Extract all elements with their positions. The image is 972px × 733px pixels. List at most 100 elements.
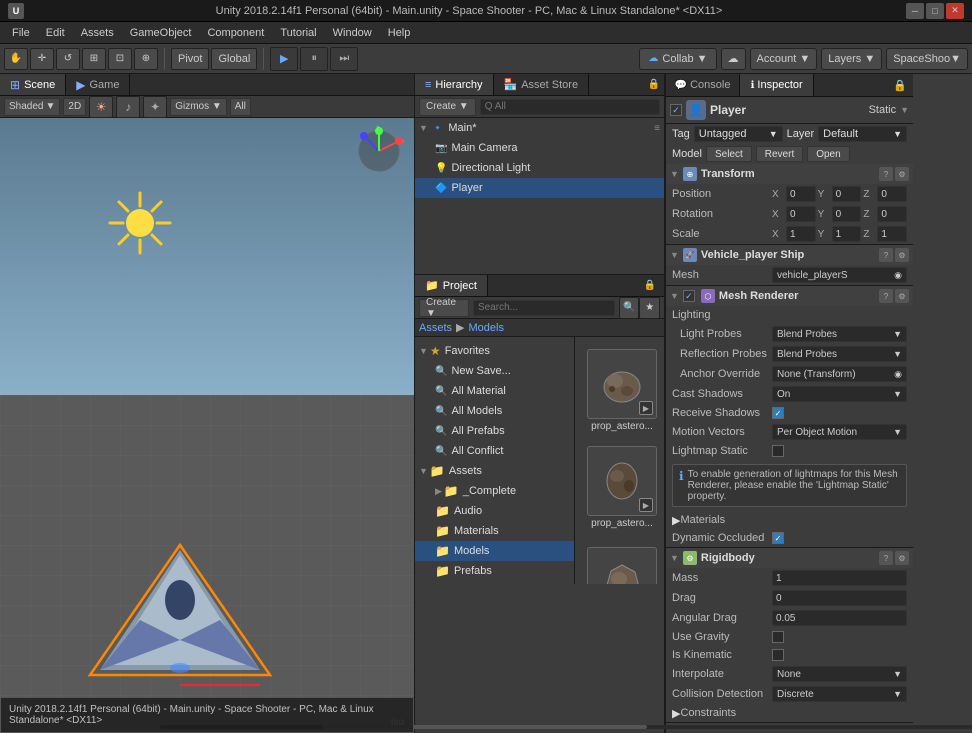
motion-vectors-dropdown[interactable]: Per Object Motion ▼	[772, 424, 907, 440]
menu-gameobject[interactable]: GameObject	[122, 25, 200, 41]
mesh-select[interactable]: vehicle_playerS ◉	[772, 267, 907, 283]
open-button[interactable]: Open	[807, 146, 849, 162]
file-asteroid-3[interactable]: ▶ prop_astero...	[583, 543, 661, 584]
transform-tool-1[interactable]: ?	[879, 167, 893, 181]
menu-window[interactable]: Window	[325, 25, 380, 41]
hierarchy-tab[interactable]: ≡ Hierarchy	[415, 74, 494, 95]
scale-y-input[interactable]: 1	[832, 226, 862, 242]
player-enabled-checkbox[interactable]	[670, 104, 682, 116]
mesh-renderer-checkbox[interactable]	[683, 290, 695, 302]
breadcrumb-models[interactable]: Models	[468, 322, 503, 334]
account-button[interactable]: Account ▼	[750, 48, 818, 70]
global-dropdown[interactable]: Global	[211, 48, 257, 70]
collab-button[interactable]: ☁ Collab ▼	[639, 48, 716, 70]
breadcrumb-assets[interactable]: Assets	[419, 322, 452, 334]
rigidbody-tool-1[interactable]: ?	[879, 551, 893, 565]
console-tab[interactable]: 💬 Console	[666, 74, 740, 96]
drag-input[interactable]: 0	[772, 590, 907, 606]
cast-shadows-dropdown[interactable]: On ▼	[772, 386, 907, 402]
scene-tab[interactable]: ⊞ Scene	[0, 74, 66, 95]
vehicle-tool-1[interactable]: ?	[879, 248, 893, 262]
collision-detection-dropdown[interactable]: Discrete ▼	[772, 686, 907, 702]
inspector-tab[interactable]: ℹ Inspector	[740, 74, 814, 96]
game-tab[interactable]: ▶ Game	[66, 74, 130, 95]
tree-new-saved[interactable]: 🔍 New Save...	[415, 361, 574, 381]
hierarchy-settings-icon[interactable]: ≡	[654, 123, 660, 134]
cloud-button[interactable]: ☁	[721, 48, 746, 70]
mesh-renderer-tool-1[interactable]: ?	[879, 289, 893, 303]
hierarchy-item-light[interactable]: 💡 Directional Light	[415, 158, 664, 178]
angular-drag-input[interactable]: 0.05	[772, 610, 907, 626]
dynamic-occluded-checkbox[interactable]	[772, 532, 784, 544]
hierarchy-create-button[interactable]: Create ▼	[419, 98, 476, 116]
file-asteroid-1[interactable]: ▶ prop_astero...	[583, 345, 661, 436]
menu-assets[interactable]: Assets	[73, 25, 122, 41]
gizmos-dropdown[interactable]: Gizmos ▼	[170, 98, 227, 116]
lightmap-static-checkbox[interactable]	[772, 445, 784, 457]
hierarchy-search-input[interactable]	[480, 99, 660, 115]
light-probes-dropdown[interactable]: Blend Probes ▼	[772, 326, 907, 342]
hierarchy-lock-icon[interactable]: 🔒	[648, 79, 660, 90]
materials-row[interactable]: ▶ Materials	[666, 511, 913, 529]
transform-tool-button[interactable]: ⊕	[134, 48, 158, 70]
tree-all-conflicts[interactable]: 🔍 All Conflict	[415, 441, 574, 461]
menu-help[interactable]: Help	[380, 25, 419, 41]
project-search-input[interactable]	[473, 300, 615, 316]
pivot-dropdown[interactable]: Pivot	[171, 48, 209, 70]
tree-prefabs[interactable]: 📁 Prefabs	[415, 561, 574, 581]
assets-header[interactable]: ▼ 📁 Assets	[415, 461, 574, 481]
rot-z-input[interactable]: 0	[877, 206, 907, 222]
shading-mode-dropdown[interactable]: Shaded ▼	[4, 98, 60, 116]
audio-toggle[interactable]: ♪	[116, 96, 140, 118]
favorites-header[interactable]: ▼ ★ Favorites	[415, 341, 574, 361]
project-tab[interactable]: 📁 Project	[415, 275, 488, 296]
hierarchy-item-camera[interactable]: 📷 Main Camera	[415, 138, 664, 158]
project-lock-icon[interactable]: 🔒	[644, 280, 656, 291]
interpolate-dropdown[interactable]: None ▼	[772, 666, 907, 682]
fx-toggle[interactable]: ✦	[143, 96, 167, 118]
tree-all-materials[interactable]: 🔍 All Material	[415, 381, 574, 401]
scene-view[interactable]: x z y Iso Unity 2018.2.14f1 Personal (64…	[0, 118, 414, 733]
tree-audio[interactable]: 📁 Audio	[415, 501, 574, 521]
move-tool-button[interactable]: ✛	[30, 48, 54, 70]
revert-button[interactable]: Revert	[756, 146, 803, 162]
rigidbody-header[interactable]: ▼ ⚙ Rigidbody ? ⚙	[666, 548, 913, 568]
layers-button[interactable]: Layers ▼	[821, 48, 882, 70]
reflection-probes-dropdown[interactable]: Blend Probes ▼	[772, 346, 907, 362]
scale-z-input[interactable]: 1	[877, 226, 907, 242]
menu-edit[interactable]: Edit	[38, 25, 73, 41]
hierarchy-item-player[interactable]: 🔷 Player	[415, 178, 664, 198]
anchor-override-dropdown[interactable]: None (Transform) ◉	[772, 366, 907, 382]
tree-all-prefabs[interactable]: 🔍 All Prefabs	[415, 421, 574, 441]
transform-header[interactable]: ▼ ⊕ Transform ? ⚙	[666, 164, 913, 184]
mass-input[interactable]: 1	[772, 570, 907, 586]
step-button[interactable]: ⏭	[330, 47, 358, 71]
scene-gizmo[interactable]: x z y	[354, 126, 404, 176]
project-search-button[interactable]: 🔍	[619, 297, 640, 319]
rotate-tool-button[interactable]: ↺	[56, 48, 80, 70]
tree-materials[interactable]: 📁 Materials	[415, 521, 574, 541]
static-dropdown-arrow[interactable]: ▼	[900, 105, 909, 115]
rigidbody-tool-2[interactable]: ⚙	[895, 551, 909, 565]
pos-y-input[interactable]: 0	[832, 186, 862, 202]
inspector-lock-button[interactable]: 🔒	[887, 74, 913, 96]
tree-models[interactable]: 📁 Models	[415, 541, 574, 561]
play-preview-icon-2[interactable]: ▶	[639, 498, 653, 512]
close-button[interactable]: ✕	[946, 3, 964, 19]
asset-store-tab[interactable]: 🏪 Asset Store	[494, 74, 590, 95]
2d-button[interactable]: 2D	[63, 98, 86, 116]
use-gravity-checkbox[interactable]	[772, 631, 784, 643]
rot-x-input[interactable]: 0	[786, 206, 816, 222]
menu-file[interactable]: File	[4, 25, 38, 41]
menu-component[interactable]: Component	[199, 25, 272, 41]
menu-tutorial[interactable]: Tutorial	[272, 25, 324, 41]
layer-dropdown[interactable]: Default ▼	[818, 126, 907, 142]
light-toggle[interactable]: ☀	[89, 96, 113, 118]
maximize-button[interactable]: □	[926, 3, 944, 19]
file-asteroid-2[interactable]: ▶ prop_astero...	[583, 442, 661, 533]
mesh-renderer-header[interactable]: ▼ ⬡ Mesh Renderer ? ⚙	[666, 286, 913, 306]
pos-x-input[interactable]: 0	[786, 186, 816, 202]
is-kinematic-checkbox[interactable]	[772, 649, 784, 661]
pos-z-input[interactable]: 0	[877, 186, 907, 202]
layout-button[interactable]: SpaceShoo▼	[886, 48, 968, 70]
